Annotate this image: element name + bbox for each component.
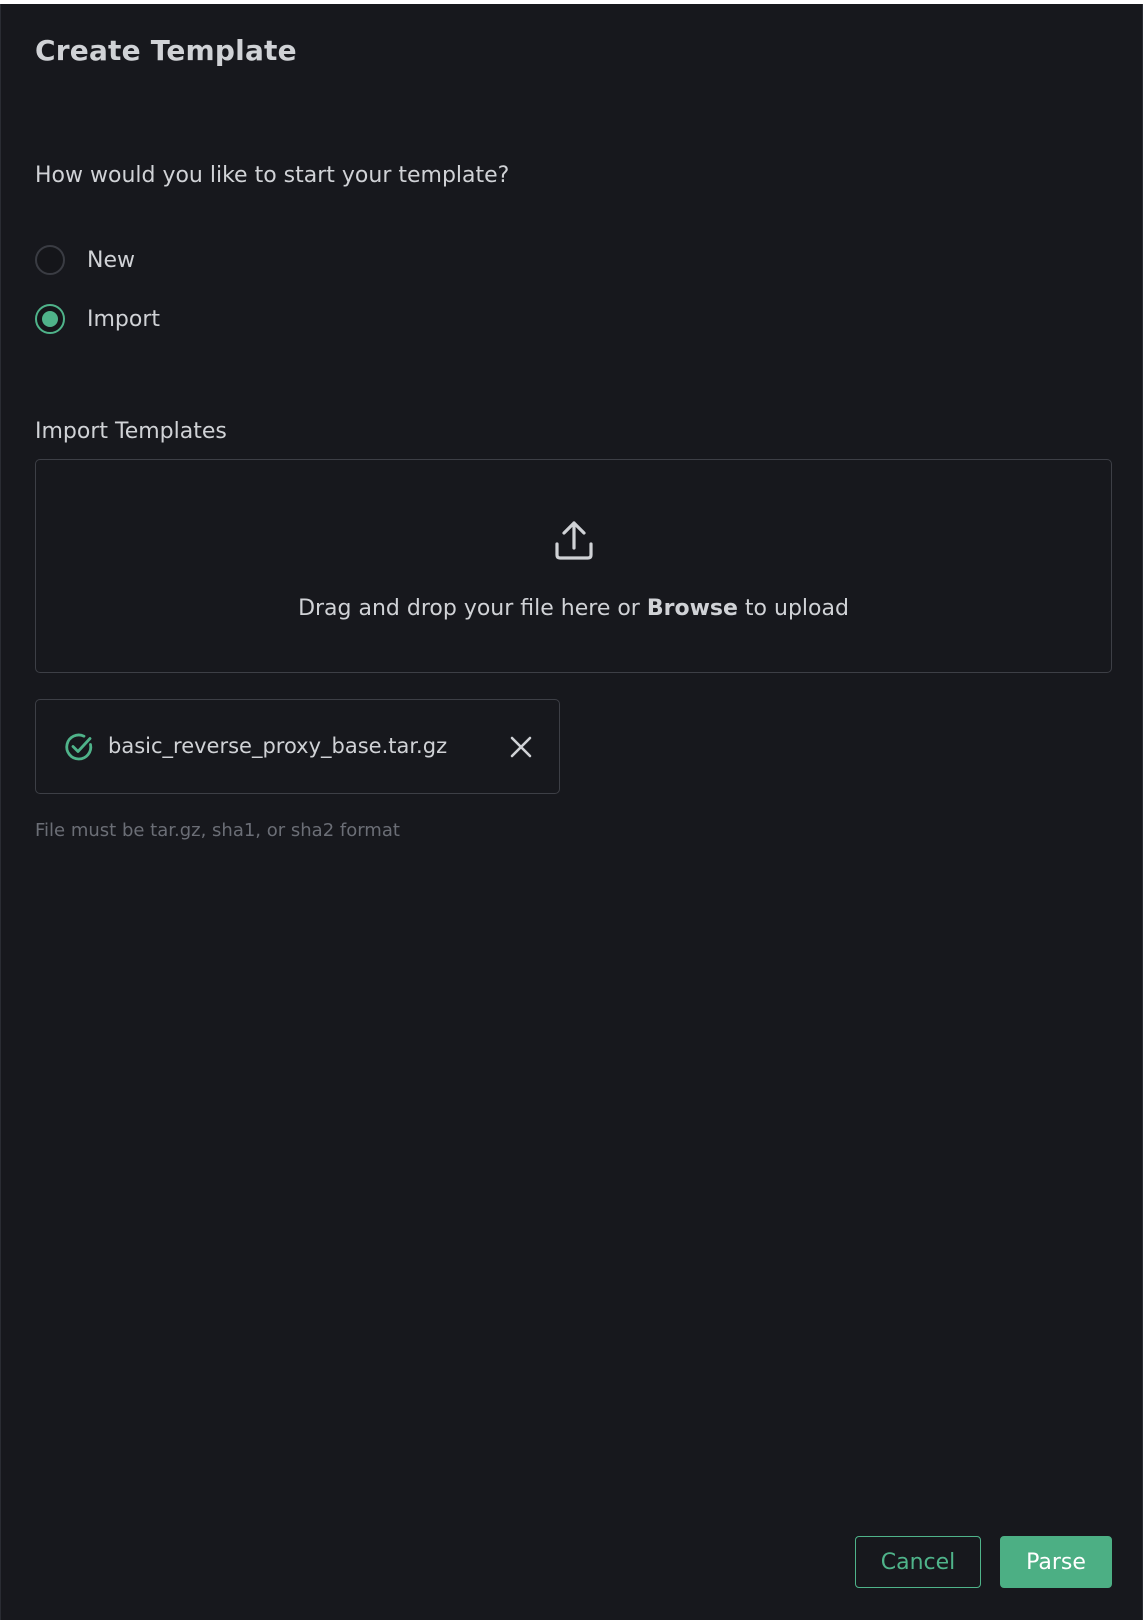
cancel-button[interactable]: Cancel — [855, 1536, 981, 1588]
parse-button[interactable]: Parse — [1000, 1536, 1112, 1588]
file-name: basic_reverse_proxy_base.tar.gz — [108, 734, 448, 758]
import-templates-label: Import Templates — [35, 419, 227, 444]
option-new[interactable]: New — [35, 245, 135, 275]
file-format-hint: File must be tar.gz, sha1, or sha2 forma… — [35, 820, 400, 841]
dropzone-text-before: Drag and drop your file here or — [298, 596, 647, 621]
file-dropzone[interactable]: Drag and drop your file here or Browse t… — [35, 459, 1112, 673]
browse-link[interactable]: Browse — [647, 596, 738, 621]
radio-new[interactable] — [35, 245, 65, 275]
option-import[interactable]: Import — [35, 304, 160, 334]
start-question: How would you like to start your templat… — [35, 163, 510, 188]
upload-icon — [555, 521, 593, 560]
close-icon[interactable] — [508, 734, 534, 760]
option-import-label: Import — [87, 306, 161, 332]
uploaded-file-item: basic_reverse_proxy_base.tar.gz — [35, 699, 560, 794]
option-new-label: New — [87, 247, 135, 273]
radio-import[interactable] — [35, 304, 65, 334]
check-circle-icon — [65, 733, 93, 761]
dialog-title: Create Template — [35, 34, 297, 67]
dropzone-text: Drag and drop your file here or Browse t… — [36, 596, 1111, 621]
dropzone-text-after: to upload — [737, 596, 849, 621]
create-template-dialog: Create Template How would you like to st… — [0, 4, 1143, 1620]
